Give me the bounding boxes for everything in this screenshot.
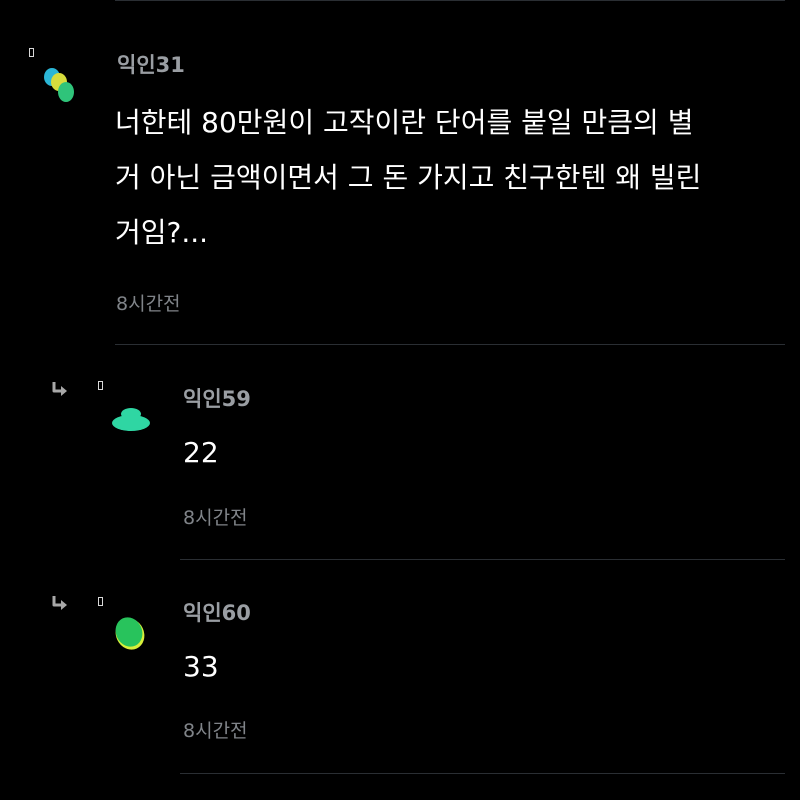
- comment-timestamp: 8시간전: [116, 293, 181, 315]
- comment-divider: [115, 344, 785, 345]
- reply-arrow-icon: [52, 382, 67, 396]
- reply-username[interactable]: 익인59: [183, 383, 251, 413]
- comment-text-line: 거임?...: [115, 216, 209, 249]
- comment-text-line: 거 아닌 금액이면서 그 돈 가지고 친구한텐 왜 빌린: [115, 161, 702, 194]
- reply-timestamp: 8시간전: [183, 720, 248, 742]
- reply-text: 22: [183, 436, 219, 469]
- reply-divider: [180, 559, 785, 560]
- comment-username[interactable]: 익인31: [117, 49, 185, 79]
- comment-text-line: 너한테 80만원이 고작이란 단어를 붙일 만큼의 별: [115, 106, 694, 139]
- reply-text: 33: [183, 650, 219, 683]
- user-badge-icon: [98, 597, 103, 606]
- user-badge-icon: [29, 48, 34, 57]
- user-badge-icon: [98, 381, 103, 390]
- top-divider: [115, 0, 785, 1]
- green-blob-icon: [115, 617, 145, 650]
- teal-blob-icon: [112, 408, 150, 431]
- reply-divider: [180, 773, 785, 774]
- reply-username[interactable]: 익인60: [183, 597, 251, 627]
- multicolor-blob-icon: [44, 68, 74, 102]
- reply-arrow-icon: [52, 596, 67, 610]
- reply-timestamp: 8시간전: [183, 507, 248, 529]
- comment-text: 너한테 80만원이 고작이란 단어를 붙일 만큼의 별 거 아닌 금액이면서 그…: [115, 95, 701, 260]
